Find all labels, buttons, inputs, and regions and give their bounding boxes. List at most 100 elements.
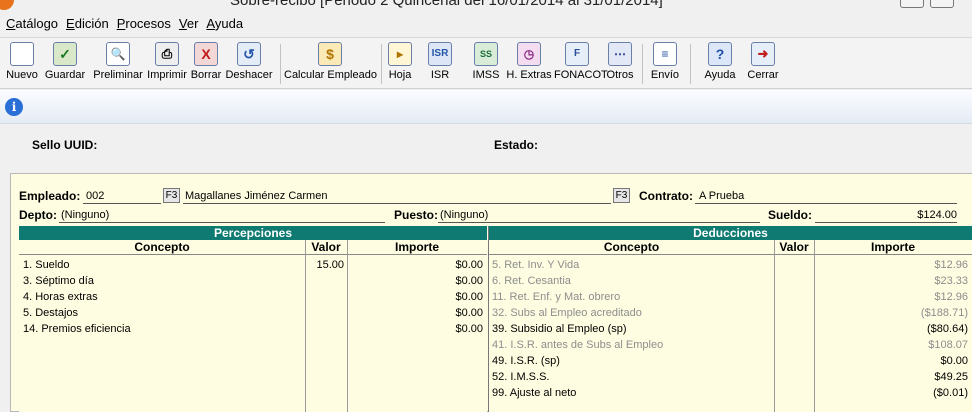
percepciones-panel: Percepciones Concepto Valor Importe 1. S…: [19, 226, 487, 412]
toolbar-separator: [280, 44, 281, 84]
deduccion-row[interactable]: 49. I.S.R. (sp) $0.00: [488, 353, 972, 369]
deduccion-row[interactable]: 32. Subs al Empleo acreditado ($188.71): [488, 305, 972, 321]
calculator-coins-icon: $: [318, 42, 342, 66]
deduccion-valor-cell: [776, 289, 811, 305]
percepcion-row[interactable]: 1. Sueldo 15.00 $0.00: [19, 257, 487, 273]
contrato-underline: [695, 203, 957, 204]
fonacot-icon: F: [565, 42, 589, 66]
isr-label: ISR: [430, 69, 450, 81]
empleado-name-underline: [183, 203, 611, 204]
fonacot-label: FONACOT: [554, 69, 608, 81]
percepcion-row[interactable]: 4. Horas extras $0.00: [19, 289, 487, 305]
percepcion-row[interactable]: 3. Séptimo día $0.00: [19, 273, 487, 289]
printer-icon: ⎙: [155, 42, 179, 66]
deduccion-row[interactable]: 41. I.S.R. antes de Subs al Empleo $108.0…: [488, 337, 972, 353]
window-title: Sobre-recibo [Periodo 2 Quincenal del 16…: [230, 0, 663, 9]
percepcion-concepto-cell: 5. Destajos: [23, 307, 79, 319]
ayuda-button[interactable]: ? Ayuda: [702, 42, 738, 88]
envio-button[interactable]: ≡ Envío: [648, 42, 682, 88]
deduccion-row[interactable]: 99. Ajuste al neto ($0.01): [488, 385, 972, 401]
empleado-code[interactable]: 002: [86, 190, 104, 202]
menu-ayuda[interactable]: Ayuda: [206, 16, 243, 31]
nuevo-button[interactable]: Nuevo: [4, 42, 40, 88]
deducciones-valor-header[interactable]: Valor: [774, 240, 814, 255]
deduccion-row[interactable]: 6. Ret. Cesantia $23.33: [488, 273, 972, 289]
percepciones-importe-header[interactable]: Importe: [347, 240, 487, 255]
percepciones-concepto-header[interactable]: Concepto: [19, 240, 305, 255]
empleado-name: Magallanes Jiménez Carmen: [185, 190, 328, 202]
contrato-f3-button[interactable]: F3: [613, 188, 630, 203]
cerrar-button[interactable]: ➜ Cerrar: [745, 42, 781, 88]
print-preview-icon: 🔍: [106, 42, 130, 66]
borrar-button[interactable]: X Borrar: [190, 42, 222, 88]
percepcion-row[interactable]: 14. Premios eficiencia $0.00: [19, 321, 487, 337]
percepcion-importe-cell: $0.00: [455, 259, 483, 271]
info-icon[interactable]: i: [5, 98, 23, 116]
guardar-button[interactable]: ✓ Guardar: [42, 42, 88, 88]
deshacer-button[interactable]: ↺ Deshacer: [224, 42, 274, 88]
imss-button[interactable]: SS IMSS: [470, 42, 502, 88]
deduccion-importe-cell: ($80.64): [927, 323, 968, 335]
maximize-button[interactable]: [930, 0, 954, 8]
title-bar: Sobre-recibo [Periodo 2 Quincenal del 16…: [0, 0, 972, 12]
toolbar-separator: [642, 44, 643, 84]
empleado-row: Empleado: 002 F3 Magallanes Jiménez Carm…: [11, 187, 972, 205]
imprimir-button[interactable]: ⎙ Imprimir: [146, 42, 188, 88]
nuevo-label: Nuevo: [6, 69, 38, 81]
deduccion-valor-cell: [776, 337, 811, 353]
menu-ver[interactable]: Ver: [179, 16, 199, 31]
contrato-value[interactable]: A Prueba: [699, 190, 744, 202]
isr-button[interactable]: ISR ISR: [426, 42, 454, 88]
puesto-underline: [438, 222, 760, 223]
calcular-empleado-button[interactable]: $ Calcular Empleado: [284, 42, 377, 88]
minimize-button[interactable]: [900, 0, 924, 8]
deducciones-concepto-header[interactable]: Concepto: [489, 240, 774, 255]
menu-catalogo[interactable]: Catálogo: [6, 16, 58, 31]
percepcion-row[interactable]: 5. Destajos $0.00: [19, 305, 487, 321]
deduccion-concepto-cell: 6. Ret. Cesantia: [492, 275, 571, 287]
deduccion-concepto-cell: 39. Subsidio al Empleo (sp): [492, 323, 627, 335]
deduccion-importe-cell: $0.00: [940, 355, 968, 367]
deduccion-importe-cell: $108.07: [928, 339, 968, 351]
percepcion-concepto-cell: 4. Horas extras: [23, 291, 98, 303]
deduccion-row[interactable]: 5. Ret. Inv. Y Vida $12.96: [488, 257, 972, 273]
percepcion-importe-cell: $0.00: [455, 307, 483, 319]
hoja-button[interactable]: ▸ Hoja: [386, 42, 414, 88]
uuid-row: Sello UUID: Estado:: [0, 128, 972, 162]
deducciones-importe-header[interactable]: Importe: [814, 240, 972, 255]
preliminar-button[interactable]: 🔍 Preliminar: [92, 42, 144, 88]
cerrar-label: Cerrar: [747, 69, 779, 81]
sueldo-value[interactable]: $124.00: [819, 209, 957, 221]
empleado-f3-button[interactable]: F3: [163, 188, 180, 203]
hoja-label: Hoja: [388, 69, 412, 81]
deduccion-row[interactable]: 52. I.M.S.S. $49.25: [488, 369, 972, 385]
depto-label: Depto:: [19, 208, 57, 222]
deduccion-valor-cell: [776, 321, 811, 337]
deducciones-panel: Deducciones Concepto Valor Importe 5. Re…: [488, 226, 972, 412]
percepciones-valor-header[interactable]: Valor: [305, 240, 347, 255]
menu-edicion[interactable]: Edición: [66, 16, 109, 31]
deduccion-concepto-cell: 52. I.M.S.S.: [492, 371, 550, 383]
percepcion-importe-cell: $0.00: [455, 291, 483, 303]
exit-door-icon: ➜: [751, 42, 775, 66]
puesto-value[interactable]: (Ninguno): [440, 209, 488, 221]
deduccion-concepto-cell: 32. Subs al Empleo acreditado: [492, 307, 642, 319]
hextras-label: H. Extras: [506, 69, 552, 81]
deduccion-importe-cell: $49.25: [934, 371, 968, 383]
fonacot-button[interactable]: F FONACOT: [554, 42, 608, 88]
new-document-icon: [10, 42, 34, 66]
otros-button[interactable]: ⋯ Otros: [604, 42, 636, 88]
deshacer-label: Deshacer: [225, 69, 273, 81]
horas-extras-button[interactable]: ◷ H. Extras: [506, 42, 552, 88]
empleado-label: Empleado:: [19, 189, 81, 203]
imss-label: IMSS: [472, 69, 500, 81]
borrar-label: Borrar: [190, 69, 222, 81]
deduccion-row[interactable]: 39. Subsidio al Empleo (sp) ($80.64): [488, 321, 972, 337]
isr-icon: ISR: [428, 42, 452, 66]
otros-label: Otros: [606, 69, 634, 81]
imss-icon: SS: [474, 42, 498, 66]
deduccion-row[interactable]: 11. Ret. Enf. y Mat. obrero $12.96: [488, 289, 972, 305]
deduccion-valor-cell: [776, 257, 811, 273]
depto-value[interactable]: (Ninguno): [61, 209, 109, 221]
menu-procesos[interactable]: Procesos: [117, 16, 171, 31]
